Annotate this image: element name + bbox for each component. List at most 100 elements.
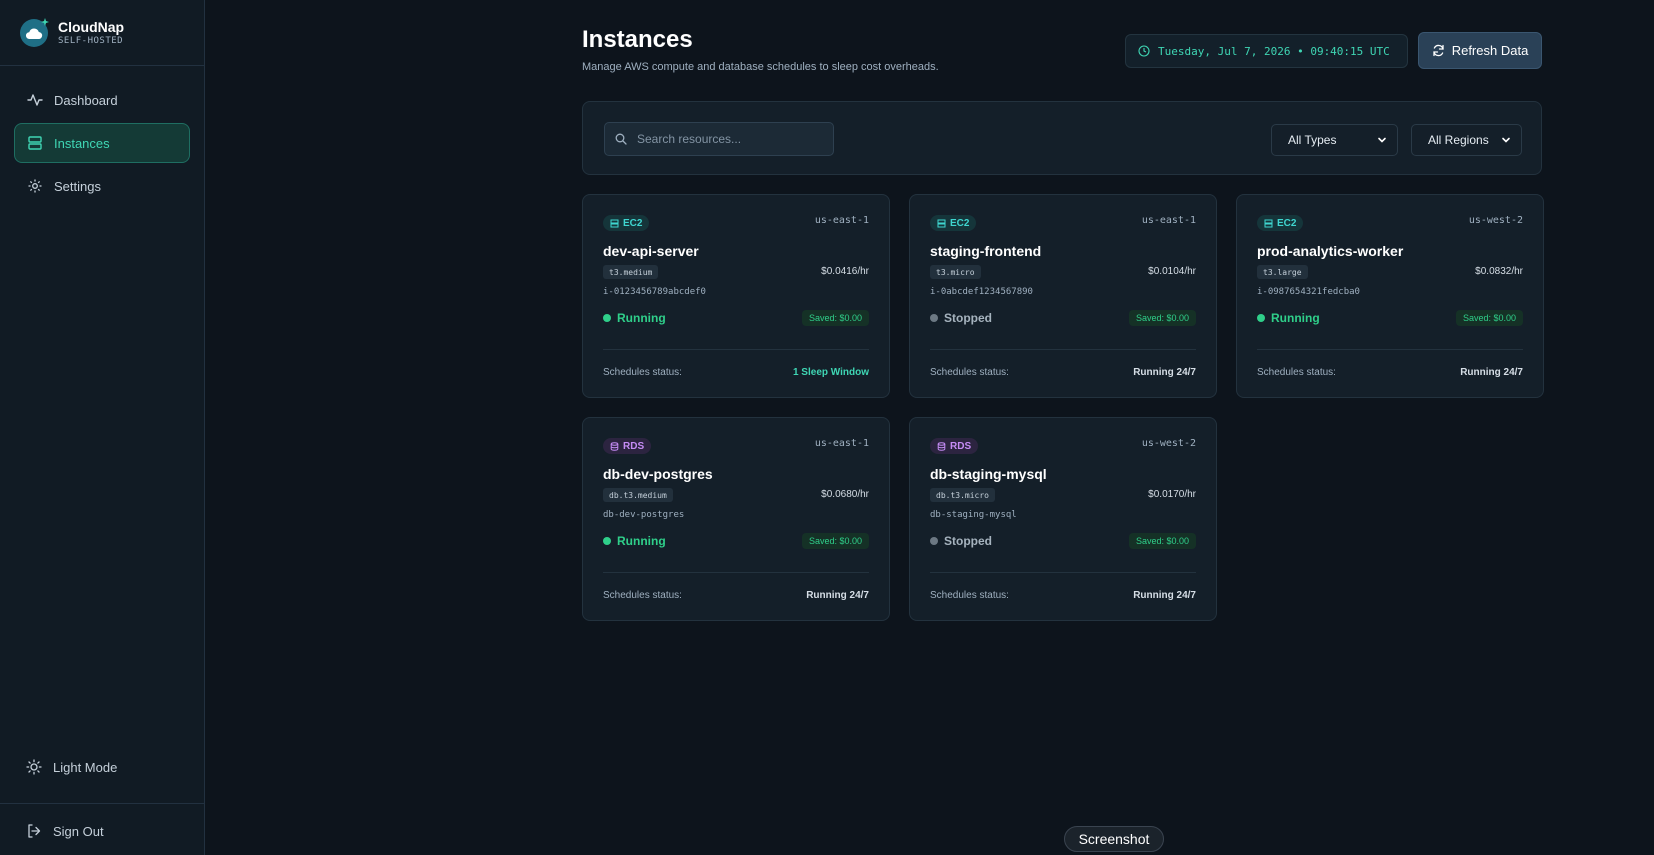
refresh-data-button[interactable]: Refresh Data	[1418, 32, 1542, 69]
sidebar-nav: Dashboard Instances Settings	[0, 66, 204, 206]
activity-icon	[27, 92, 43, 108]
chevron-down-icon	[1501, 135, 1511, 145]
schedule-value[interactable]: Running 24/7	[1133, 590, 1196, 601]
server-icon	[610, 219, 619, 228]
status-indicator: Running	[603, 311, 666, 325]
hourly-price: $0.0416/hr	[821, 266, 869, 277]
light-mode-label: Light Mode	[53, 759, 118, 775]
hourly-price: $0.0680/hr	[821, 489, 869, 500]
instance-type-chip: t3.micro	[930, 265, 981, 279]
badge-label: EC2	[623, 217, 643, 229]
server-icon	[1264, 219, 1273, 228]
status-dot	[930, 537, 938, 545]
status-label: Running	[1271, 311, 1320, 325]
ec2-badge: EC2	[930, 215, 977, 231]
hourly-price: $0.0832/hr	[1475, 266, 1523, 277]
refresh-label: Refresh Data	[1451, 43, 1529, 58]
ec2-badge: EC2	[1257, 215, 1304, 231]
resource-id: db-dev-postgres	[603, 510, 685, 520]
badge-label: RDS	[950, 440, 972, 452]
schedule-value[interactable]: Running 24/7	[1133, 367, 1196, 378]
rds-badge: RDS	[930, 438, 979, 454]
rds-badge: RDS	[603, 438, 652, 454]
search-icon	[615, 133, 627, 145]
status-dot	[603, 314, 611, 322]
sun-icon	[26, 759, 42, 775]
resource-id: i-0987654321fedcba0	[1257, 287, 1360, 297]
region-label: us-west-2	[1141, 438, 1196, 449]
server-icon	[27, 135, 43, 151]
instance-card[interactable]: RDS us-west-2 db-staging-mysql db.t3.mic…	[909, 417, 1217, 621]
status-dot	[603, 537, 611, 545]
badge-label: EC2	[1277, 217, 1297, 229]
savings-badge: Saved: $0.00	[1128, 310, 1196, 326]
status-label: Running	[617, 311, 666, 325]
schedules-status-label: Schedules status:	[603, 367, 682, 378]
ec2-badge: EC2	[603, 215, 650, 231]
sidebar-item-settings[interactable]: Settings	[14, 166, 190, 206]
region-filter-value: All Regions	[1428, 133, 1489, 147]
type-filter-value: All Types	[1288, 133, 1337, 147]
instance-card[interactable]: EC2 us-west-2 prod-analytics-worker t3.l…	[1236, 194, 1544, 398]
status-indicator: Running	[1257, 311, 1320, 325]
hourly-price: $0.0170/hr	[1148, 489, 1196, 500]
sign-out-label: Sign Out	[53, 823, 104, 839]
status-indicator: Stopped	[930, 311, 992, 325]
schedules-status-label: Schedules status:	[603, 590, 682, 601]
search-box[interactable]	[604, 122, 834, 156]
instance-type-chip: t3.large	[1257, 265, 1308, 279]
sidebar-item-label: Dashboard	[54, 92, 118, 108]
sidebar-item-instances[interactable]: Instances	[14, 123, 190, 163]
clock-icon	[1138, 45, 1150, 57]
brand-subtitle: SELF-HOSTED	[58, 36, 124, 46]
status-label: Stopped	[944, 311, 992, 325]
page-title: Instances	[582, 26, 693, 53]
card-divider	[1257, 349, 1523, 350]
sign-out-button[interactable]: Sign Out	[0, 816, 204, 846]
resource-name: db-staging-mysql	[930, 466, 1047, 482]
sidebar-item-dashboard[interactable]: Dashboard	[14, 80, 190, 120]
resource-id: db-staging-mysql	[930, 510, 1017, 520]
status-dot	[930, 314, 938, 322]
instance-type-chip: db.t3.micro	[930, 488, 995, 502]
schedule-value[interactable]: 1 Sleep Window	[793, 367, 869, 378]
sign-out-icon	[26, 823, 42, 839]
card-divider	[930, 349, 1196, 350]
gear-icon	[27, 178, 43, 194]
sidebar: CloudNap SELF-HOSTED Dashboard Instances…	[0, 0, 205, 855]
clock-text: Tuesday, Jul 7, 2026 • 09:40:15 UTC	[1158, 44, 1390, 58]
region-label: us-east-1	[814, 438, 869, 449]
schedules-status-label: Schedules status:	[930, 367, 1009, 378]
status-label: Stopped	[944, 534, 992, 548]
card-divider	[603, 572, 869, 573]
sidebar-item-label: Settings	[54, 178, 101, 194]
light-mode-toggle[interactable]: Light Mode	[0, 747, 204, 787]
search-input[interactable]	[637, 132, 827, 146]
page-subtitle: Manage AWS compute and database schedule…	[582, 61, 939, 73]
signout-section: Sign Out	[0, 803, 204, 855]
instance-card[interactable]: EC2 us-east-1 dev-api-server t3.medium $…	[582, 194, 890, 398]
brand[interactable]: CloudNap SELF-HOSTED	[0, 0, 204, 66]
schedules-status-label: Schedules status:	[1257, 367, 1336, 378]
resource-id: i-0abcdef1234567890	[930, 287, 1033, 297]
schedule-value[interactable]: Running 24/7	[806, 590, 869, 601]
region-filter-select[interactable]: All Regions	[1411, 124, 1522, 156]
instance-card[interactable]: EC2 us-east-1 staging-frontend t3.micro …	[909, 194, 1217, 398]
type-filter-select[interactable]: All Types	[1271, 124, 1398, 156]
schedule-value[interactable]: Running 24/7	[1460, 367, 1523, 378]
instance-card[interactable]: RDS us-east-1 db-dev-postgres db.t3.medi…	[582, 417, 890, 621]
status-indicator: Running	[603, 534, 666, 548]
refresh-icon	[1432, 44, 1445, 57]
region-label: us-west-2	[1468, 215, 1523, 226]
savings-badge: Saved: $0.00	[801, 533, 869, 549]
resource-id: i-0123456789abcdef0	[603, 287, 706, 297]
screenshot-button[interactable]: Screenshot	[1064, 826, 1164, 852]
filter-bar: All Types All Regions	[582, 101, 1542, 175]
badge-label: RDS	[623, 440, 645, 452]
database-icon	[937, 441, 946, 451]
brand-name: CloudNap	[58, 19, 125, 35]
schedules-status-label: Schedules status:	[930, 590, 1009, 601]
resource-name: db-dev-postgres	[603, 466, 713, 482]
server-icon	[937, 219, 946, 228]
resource-name: staging-frontend	[930, 243, 1042, 259]
